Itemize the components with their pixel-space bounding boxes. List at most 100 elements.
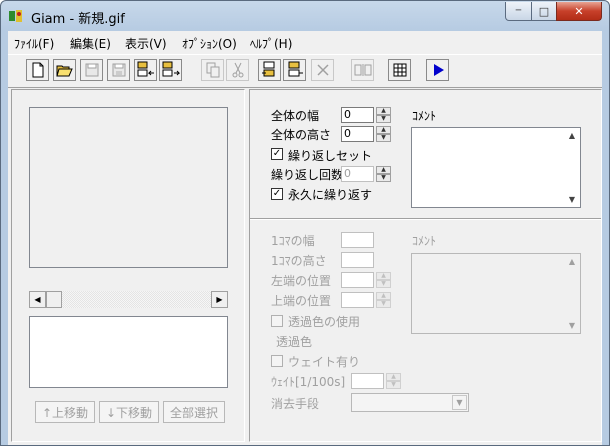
loop-set-checkbox[interactable]: ✓ (271, 148, 283, 160)
dispose-method-select[interactable]: ▼ (351, 393, 469, 412)
new-file-button[interactable] (26, 59, 49, 81)
save-button[interactable] (80, 59, 103, 81)
spin-down-icon[interactable]: ▼ (376, 300, 391, 308)
loop-count-spinner[interactable]: ▲ ▼ (376, 166, 391, 183)
menu-help[interactable]: ﾍﾙﾌﾟ(H) (250, 35, 292, 52)
hscroll-track[interactable] (46, 291, 211, 308)
wait-checkbox[interactable] (271, 355, 283, 367)
spin-up-icon[interactable]: ▲ (376, 292, 391, 300)
title-bar[interactable]: Giam - 新規.gif ─ □ ✕ (1, 1, 609, 31)
select-all-button[interactable]: 全部選択 (163, 401, 225, 423)
window-title: Giam - 新規.gif (31, 12, 125, 27)
loop-forever-checkbox[interactable]: ✓ (271, 188, 283, 200)
close-button[interactable]: ✕ (556, 2, 602, 21)
frame-comment-scrollbar[interactable]: ▲ ▼ (565, 255, 579, 332)
left-position-input[interactable] (341, 272, 374, 288)
export-button[interactable] (159, 59, 182, 81)
frame-list-panel: ◀ ▶ ↑上移動 ↓下移動 全部選択 (11, 89, 245, 442)
frame-height-input[interactable] (341, 252, 374, 268)
spin-down-icon[interactable]: ▼ (376, 134, 391, 142)
menu-bar: ﾌｧｲﾙ(F) 編集(E) 表示(V) ｵﾌﾟｼｮﾝ(O) ﾍﾙﾌﾟ(H) (8, 31, 602, 53)
frame-preview (29, 107, 228, 268)
top-position-input[interactable] (341, 292, 374, 308)
chevron-down-icon[interactable]: ▼ (452, 395, 467, 410)
global-comment-label: ｺﾒﾝﾄ (412, 109, 437, 123)
spin-down-icon[interactable]: ▼ (376, 115, 391, 123)
wait-label: ウェイト有り (288, 355, 361, 369)
menu-view[interactable]: 表示(V) (125, 35, 167, 52)
spin-up-icon[interactable]: ▲ (376, 166, 391, 174)
top-position-spinner[interactable]: ▲ ▼ (376, 292, 391, 309)
global-height-spinner[interactable]: ▲ ▼ (376, 126, 391, 143)
spin-down-icon[interactable]: ▼ (376, 280, 391, 288)
frame-width-label: 1ｺﾏの幅 (271, 234, 315, 248)
import-button[interactable] (134, 59, 157, 81)
hscroll-left-button[interactable]: ◀ (29, 291, 46, 308)
maximize-icon: □ (538, 4, 550, 18)
move-up-button[interactable]: ↑上移動 (35, 401, 95, 423)
grid-icon (393, 63, 406, 77)
use-transparent-checkbox[interactable] (271, 315, 283, 327)
frame-comment-textarea[interactable]: ▲ ▼ (411, 253, 581, 334)
app-window: Giam - 新規.gif ─ □ ✕ ﾌｧｲﾙ(F) 編集(E) 表示(V) … (0, 0, 610, 446)
transparent-color-label: 透過色 (276, 335, 313, 349)
delete-button[interactable] (311, 59, 334, 81)
comment-scrollbar[interactable]: ▲ ▼ (565, 129, 579, 206)
cut-button[interactable] (226, 59, 249, 81)
top-position-label: 上端の位置 (271, 294, 332, 308)
wait-value-spinner[interactable]: ▲ ▼ (386, 373, 401, 390)
paste-after-button[interactable] (283, 59, 306, 81)
frame-height-label: 1ｺﾏの高さ (271, 254, 327, 268)
scroll-down-icon[interactable]: ▼ (565, 195, 579, 204)
global-width-spinner[interactable]: ▲ ▼ (376, 107, 391, 124)
spin-up-icon[interactable]: ▲ (376, 272, 391, 280)
grid-button[interactable] (388, 59, 411, 81)
menu-edit[interactable]: 編集(E) (70, 35, 111, 52)
play-button[interactable] (426, 59, 449, 81)
scroll-up-icon[interactable]: ▲ (565, 257, 579, 266)
giam-app-icon (9, 10, 22, 22)
use-transparent-label: 透過色の使用 (288, 315, 361, 329)
menu-file[interactable]: ﾌｧｲﾙ(F) (14, 35, 54, 52)
save-as-button[interactable] (107, 59, 130, 81)
spin-up-icon[interactable]: ▲ (376, 107, 391, 115)
left-position-spinner[interactable]: ▲ ▼ (376, 272, 391, 289)
menu-options[interactable]: ｵﾌﾟｼｮﾝ(O) (182, 35, 237, 52)
save-icon (85, 63, 98, 77)
cut-icon (232, 62, 243, 78)
scroll-down-icon[interactable]: ▼ (565, 321, 579, 330)
export-icon (162, 61, 180, 77)
left-position-label: 左端の位置 (271, 274, 332, 288)
spin-up-icon[interactable]: ▲ (386, 373, 401, 381)
loop-count-label: 繰り返し回数 (271, 168, 344, 182)
spin-down-icon[interactable]: ▼ (376, 174, 391, 182)
insert-frame-icon (354, 64, 371, 76)
paste-after-icon (288, 61, 303, 77)
insert-frame-button[interactable] (351, 59, 374, 81)
frame-width-input[interactable] (341, 232, 374, 248)
global-width-input[interactable]: 0 (341, 107, 374, 123)
frame-list[interactable] (29, 316, 228, 388)
hscroll-right-button[interactable]: ▶ (211, 291, 228, 308)
paste-before-button[interactable] (258, 59, 281, 81)
minimize-button[interactable]: ─ (505, 2, 532, 21)
global-comment-textarea[interactable]: ▲ ▼ (411, 127, 581, 208)
client-area: ﾌｧｲﾙ(F) 編集(E) 表示(V) ｵﾌﾟｼｮﾝ(O) ﾍﾙﾌﾟ(H) ◀ … (8, 31, 602, 445)
hscroll-thumb[interactable] (46, 291, 62, 308)
spin-down-icon[interactable]: ▼ (386, 381, 401, 389)
open-button[interactable] (53, 59, 76, 81)
toolbar (8, 54, 602, 88)
spin-up-icon[interactable]: ▲ (376, 126, 391, 134)
global-height-input[interactable]: 0 (341, 126, 374, 142)
maximize-button[interactable]: □ (531, 2, 557, 21)
save-as-icon (112, 63, 125, 77)
copy-button[interactable] (201, 59, 224, 81)
new-file-icon (32, 62, 43, 78)
scroll-up-icon[interactable]: ▲ (565, 131, 579, 140)
loop-forever-label: 永久に繰り返す (288, 188, 373, 202)
loop-set-label: 繰り返しセット (288, 149, 373, 163)
move-down-button[interactable]: ↓下移動 (99, 401, 159, 423)
scroll-right-icon: ▶ (216, 295, 223, 304)
loop-count-input[interactable]: 0 (341, 166, 374, 182)
wait-value-input[interactable] (351, 373, 384, 389)
